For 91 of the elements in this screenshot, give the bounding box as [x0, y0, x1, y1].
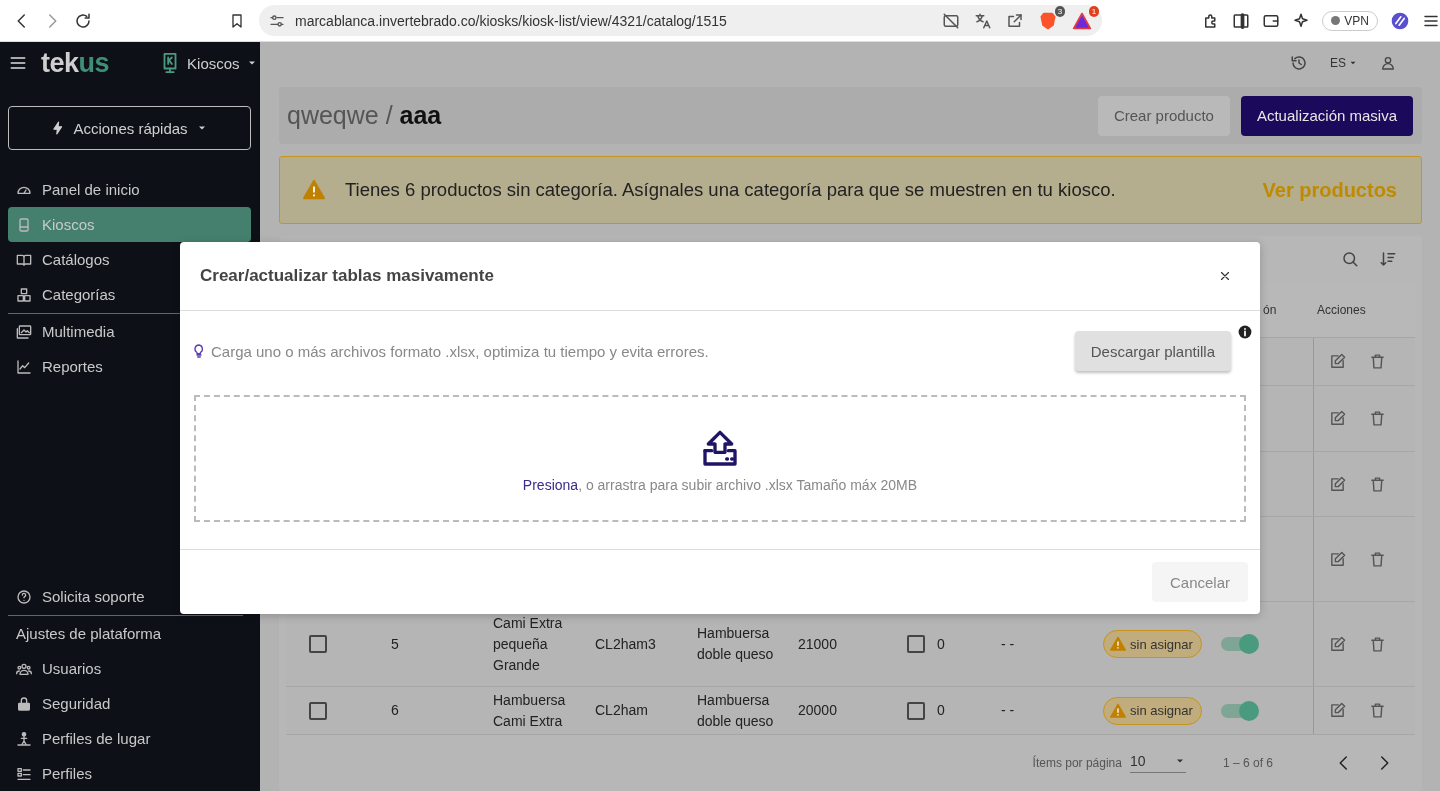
section-title: Ajustes de plataforma [15, 624, 163, 644]
search-icon[interactable] [1341, 250, 1359, 268]
warning-icon [303, 179, 325, 202]
share-icon[interactable] [1006, 11, 1025, 30]
edit-icon[interactable] [1329, 550, 1346, 568]
logo: tekus [41, 47, 110, 79]
warning-icon [1110, 636, 1126, 652]
sparkle-icon[interactable] [1292, 11, 1311, 30]
boxes-icon [16, 286, 32, 303]
trash-icon[interactable] [1369, 410, 1386, 427]
bulk-update-button[interactable]: Actualización masiva [1240, 95, 1413, 136]
row-checkbox[interactable] [309, 701, 327, 720]
help-icon [16, 588, 32, 605]
table-cell-text: - - [1001, 701, 1015, 720]
page-size-label: Ítems por página [1032, 756, 1122, 770]
stock-checkbox[interactable] [907, 635, 925, 653]
nav-item[interactable]: Solicita soporte [0, 579, 260, 614]
row-checkbox[interactable] [309, 635, 327, 653]
table-cell-text: Hambuersa Cami Extra [493, 690, 567, 731]
download-template-button[interactable]: Descargar plantilla [1074, 331, 1231, 371]
create-button[interactable]: Crear producto [1097, 95, 1230, 136]
bookmark-icon[interactable] [229, 12, 245, 29]
user-icon[interactable] [1380, 54, 1396, 71]
upload-instructions: Presiona, o arrastra para subir archivo .xlsx Tamaño máx 20MB [522, 476, 918, 493]
sort-icon[interactable] [1379, 250, 1397, 268]
toggle-switch[interactable] [1221, 703, 1257, 718]
status-badge: sin asignar [1103, 630, 1202, 658]
url-text: marcablanca.invertebrado.co/kiosks/kiosk-list/view/4321/catalog/1515 [295, 12, 727, 29]
module-dropdown[interactable]: Kioscos [159, 51, 258, 75]
trash-icon[interactable] [1369, 475, 1386, 493]
nav-item[interactable]: Usuarios [0, 651, 260, 686]
tablet-icon [16, 216, 32, 233]
nav-item[interactable]: Perfiles de lugar [0, 721, 260, 756]
upload-icon [700, 428, 740, 469]
chart-icon [16, 358, 32, 375]
table-cell-text: 0 [937, 634, 945, 654]
page-size-select[interactable]: 10 [1129, 753, 1186, 773]
translate-icon[interactable] [974, 11, 993, 30]
quick-actions-button[interactable]: Acciones rápidas [8, 106, 251, 150]
edit-icon[interactable] [1329, 475, 1346, 493]
edit-icon[interactable] [1329, 353, 1346, 370]
page-range: 1 – 6 of 6 [1222, 756, 1273, 770]
stock-checkbox[interactable] [907, 701, 925, 720]
warning-message: Tienes 6 productos sin categoría. Asígnales una categoría para que se muestren en tu kiosco. [345, 179, 1116, 202]
person-icon [16, 730, 32, 747]
column-header: ón [1263, 302, 1277, 317]
count-badge: 3 [1054, 5, 1066, 17]
address-bar[interactable]: marcablanca.invertebrado.co/kiosks/kiosk-list/view/4321/catalog/1515 3 1 [259, 5, 1103, 36]
count-badge: 1 [1088, 5, 1100, 17]
table-cell-text: CL2ham3 [595, 634, 656, 654]
lock-icon [16, 695, 32, 712]
table-cell-text: 21000 [798, 634, 837, 654]
camera-off-icon[interactable] [942, 11, 961, 30]
table-cell-text: 20000 [798, 701, 837, 720]
page-title: qweqwe / aaa [287, 101, 442, 131]
stripes-icon[interactable] [1390, 10, 1410, 31]
table-cell-text: Hambuersa doble queso [697, 690, 775, 731]
edit-icon[interactable] [1329, 702, 1346, 719]
hint-text: Carga uno o más archivos formato .xlsx, optimiza tu tiempo y evita errores. [211, 342, 709, 360]
table-cell-text: - - [1001, 634, 1015, 654]
toggle-switch[interactable] [1221, 637, 1257, 651]
triangle-icon[interactable] [1072, 10, 1093, 31]
nav-item[interactable]: Seguridad [0, 686, 260, 721]
column-header: Acciones [1317, 302, 1366, 317]
language-dropdown[interactable]: ES [1330, 55, 1358, 70]
edit-icon[interactable] [1329, 635, 1346, 653]
close-icon[interactable] [1218, 269, 1232, 283]
table-cell-text: 5 [391, 634, 399, 654]
warning-icon [1110, 702, 1126, 719]
site-settings-icon[interactable] [269, 12, 285, 29]
status-badge: sin asignar [1103, 696, 1202, 725]
trash-icon[interactable] [1369, 702, 1386, 719]
history-icon[interactable] [1290, 53, 1308, 72]
table-cell-text: 6 [391, 701, 399, 720]
edit-icon[interactable] [1329, 410, 1346, 427]
sidebar-icon[interactable] [1232, 11, 1251, 30]
info-icon[interactable] [1238, 325, 1252, 339]
nav-item[interactable]: Panel de inicio [0, 172, 260, 207]
upload-dropzone[interactable]: Presiona, o arrastra para subir archivo .xlsx Tamaño máx 20MB [194, 395, 1246, 522]
images-icon [16, 323, 32, 340]
table-cell-text: Hambuersa doble queso [697, 624, 775, 664]
dialog-title: Crear/actualizar tablas masivamente [200, 266, 494, 286]
table-cell-text: CL2ham [595, 701, 648, 720]
reload-icon[interactable] [74, 11, 92, 30]
table-cell-text: 0 [937, 701, 945, 720]
trash-icon[interactable] [1369, 353, 1386, 370]
table-cell-text: Cami Extra pequeña Grande [493, 613, 564, 675]
trash-icon[interactable] [1369, 550, 1386, 568]
nav-item[interactable]: Perfiles [0, 756, 260, 791]
trash-icon[interactable] [1369, 635, 1386, 653]
list-icon [16, 765, 32, 782]
